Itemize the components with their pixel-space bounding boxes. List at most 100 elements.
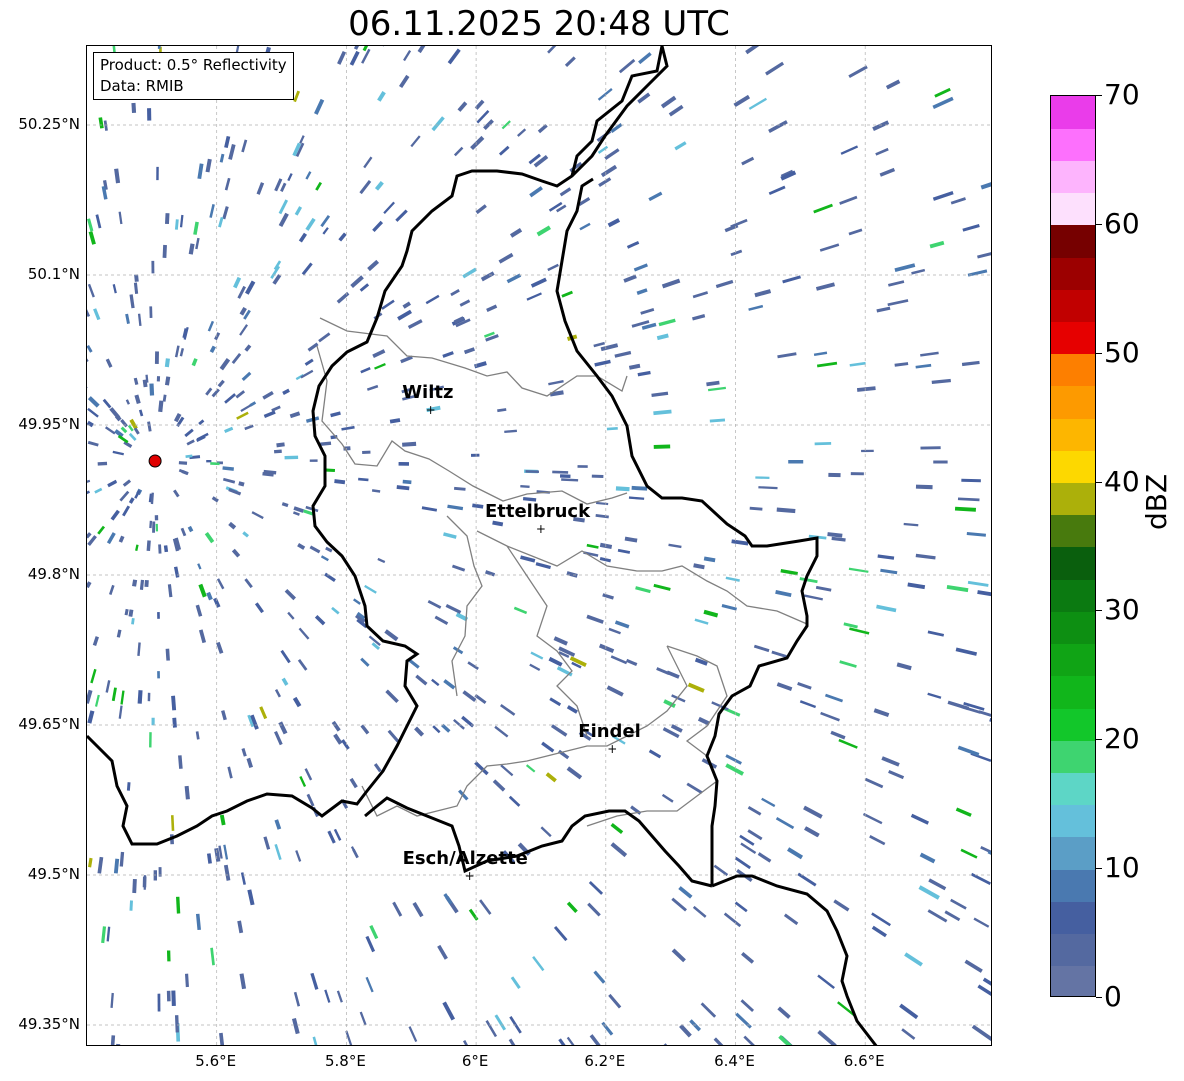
- echo-cell: [725, 763, 744, 776]
- echo-cell: [129, 294, 135, 309]
- echo-cell: [87, 283, 95, 298]
- echo-cell: [636, 288, 648, 295]
- echo-cell: [293, 90, 300, 103]
- echo-cell: [135, 544, 139, 552]
- echo-cell: [374, 181, 384, 191]
- echo-cell: [966, 532, 986, 537]
- echo-cell: [601, 1021, 614, 1036]
- echo-cell: [782, 275, 801, 284]
- echo-cell: [87, 396, 100, 408]
- radar-map[interactable]: + + + +: [86, 45, 992, 1046]
- echo-cell: [504, 429, 517, 434]
- echo-cell: [295, 850, 302, 862]
- echo-cell: [365, 976, 374, 993]
- echo-cell: [116, 629, 122, 638]
- echo-cell: [559, 474, 571, 478]
- echo-cell: [703, 609, 719, 618]
- echo-cell: [102, 398, 112, 409]
- echo-cell: [661, 793, 674, 803]
- echo-cell: [228, 487, 242, 496]
- echo-cell: [775, 816, 795, 830]
- reflectivity-echoes: [87, 46, 991, 1045]
- echo-cell: [87, 306, 91, 317]
- echo-cell: [112, 450, 124, 456]
- echo-cell: [143, 875, 147, 890]
- echo-cell: [915, 484, 933, 490]
- echo-cell: [88, 857, 93, 868]
- echo-cell: [566, 766, 583, 780]
- echo-cell: [962, 223, 980, 232]
- echo-cell: [305, 171, 312, 180]
- echo-cell: [861, 449, 874, 453]
- echo-cell: [353, 46, 363, 50]
- echo-cell: [87, 420, 94, 428]
- city-label: Esch/Alzette: [402, 848, 528, 869]
- echo-cell: [933, 460, 948, 464]
- colorbar-segment: [1051, 482, 1095, 516]
- echo-cell: [254, 602, 264, 614]
- echo-cell: [301, 262, 313, 276]
- echo-cell: [259, 706, 268, 720]
- echo-cell: [566, 1036, 577, 1045]
- radar-site-icon[interactable]: [148, 454, 162, 468]
- echo-cell: [470, 453, 480, 457]
- echo-cell: [595, 514, 609, 519]
- echo-cell: [587, 902, 601, 917]
- echo-cell: [530, 277, 547, 288]
- echo-cell: [476, 110, 490, 124]
- echo-cell: [377, 557, 386, 564]
- echo-cell: [241, 139, 248, 153]
- echo-cell: [87, 689, 93, 704]
- city-label: Ettelbruck: [484, 501, 591, 522]
- echo-cell: [626, 240, 640, 249]
- echo-cell: [298, 232, 308, 243]
- echo-cell: [367, 259, 380, 272]
- echo-cell: [840, 145, 859, 155]
- echo-cell: [918, 885, 940, 900]
- echo-cell: [245, 280, 256, 295]
- echo-cell: [813, 351, 828, 357]
- echo-cell: [287, 611, 295, 620]
- echo-cell: [204, 532, 215, 544]
- echo-cell: [961, 360, 980, 367]
- colorbar-segment: [1051, 289, 1095, 322]
- echo-cell: [94, 487, 103, 494]
- echo-cell: [144, 579, 149, 587]
- echo-cell: [453, 486, 466, 491]
- echo-cell: [149, 306, 153, 319]
- echo-cell: [875, 147, 889, 156]
- echo-cell: [635, 586, 651, 594]
- echo-cell: [228, 521, 237, 530]
- echo-cell: [755, 476, 770, 480]
- echo-cell: [118, 211, 123, 225]
- echo-cell: [410, 135, 421, 148]
- echo-cell: [617, 548, 631, 554]
- echo-cell: [513, 606, 528, 615]
- echo-cell: [360, 724, 370, 735]
- echo-cell: [119, 851, 125, 867]
- echo-cell: [848, 567, 869, 573]
- echo-cell: [967, 580, 989, 587]
- echo-cell: [211, 496, 219, 503]
- echo-cell: [768, 120, 788, 133]
- echo-cell: [520, 485, 530, 488]
- echo-cell: [833, 899, 850, 912]
- echo-cell: [263, 836, 271, 850]
- echo-cell: [530, 651, 544, 660]
- echo-cell: [628, 363, 641, 370]
- echo-cell: [553, 926, 568, 942]
- echo-cell: [927, 909, 948, 923]
- echo-cell: [256, 182, 265, 195]
- lon-tick-label: 6°E: [461, 1052, 489, 1070]
- echo-cell: [871, 925, 887, 938]
- echo-cell: [709, 418, 726, 423]
- echo-cell: [459, 299, 471, 307]
- echo-cell: [457, 101, 468, 112]
- echo-cell: [164, 213, 170, 225]
- echo-cell: [977, 590, 991, 597]
- echo-cell: [366, 384, 379, 391]
- echo-cell: [946, 584, 969, 593]
- echo-cell: [146, 540, 151, 551]
- echo-cell: [887, 280, 905, 287]
- lon-tick-label: 5.6°E: [195, 1052, 237, 1070]
